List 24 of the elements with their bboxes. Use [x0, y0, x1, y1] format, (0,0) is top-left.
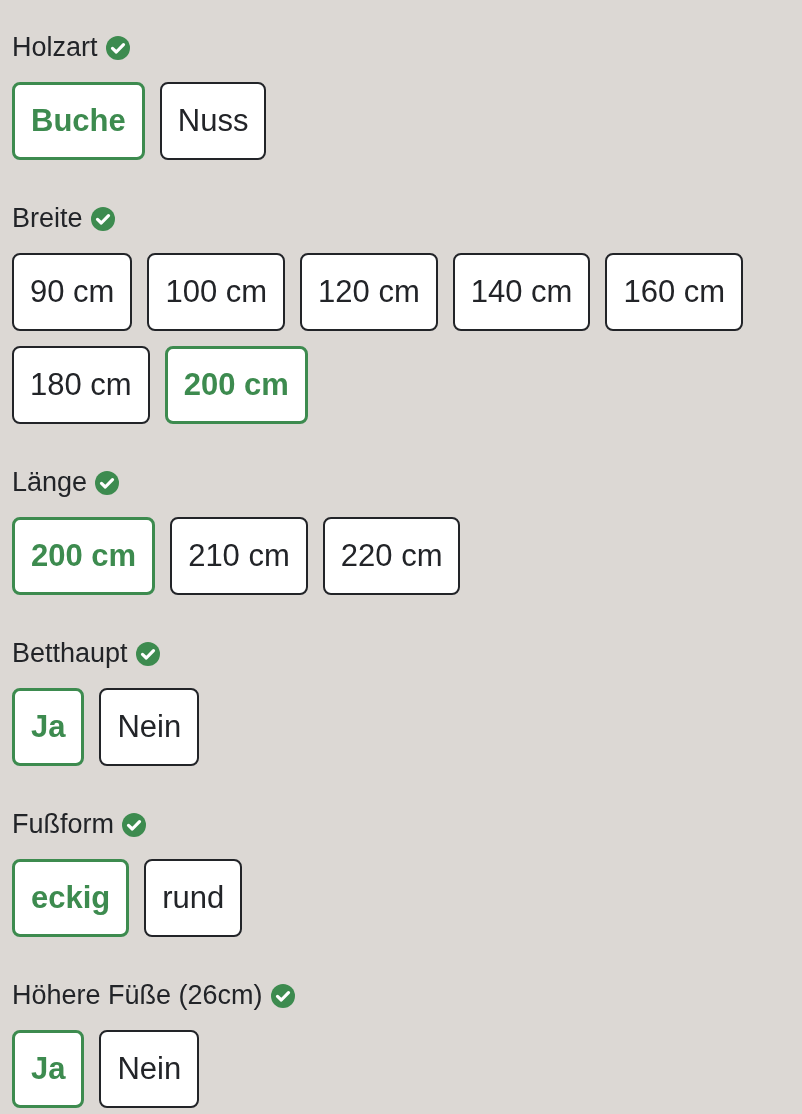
option-button[interactable]: 160 cm [605, 253, 744, 331]
option-button[interactable]: 210 cm [170, 517, 308, 595]
option-button[interactable]: 140 cm [452, 253, 591, 331]
option-button[interactable]: 120 cm [300, 253, 438, 331]
option-button[interactable]: 200 cm [164, 346, 308, 424]
option-button[interactable]: Nein [99, 688, 200, 766]
option-button[interactable]: Buche [12, 82, 145, 160]
option-group-label: Fußform [12, 808, 114, 841]
option-button[interactable]: rund [144, 859, 243, 937]
option-group-label: Betthaupt [12, 637, 128, 670]
option-button[interactable]: 220 cm [322, 517, 461, 595]
option-button[interactable]: Ja [12, 688, 85, 766]
option-group-label: Holzart [12, 31, 98, 64]
option-button[interactable]: eckig [12, 859, 130, 937]
option-group-label: Breite [12, 202, 83, 235]
option-button[interactable]: 100 cm [147, 253, 286, 331]
option-button[interactable]: 200 cm [12, 517, 156, 595]
option-button[interactable]: Ja [12, 1030, 85, 1108]
option-group-label: Länge [12, 466, 88, 499]
option-button[interactable]: Nein [99, 1030, 200, 1108]
option-group-label: Höhere Füße (26cm) [12, 979, 263, 1012]
option-button[interactable]: Nuss [159, 82, 267, 160]
option-button[interactable]: 180 cm [12, 346, 150, 424]
option-button[interactable]: 90 cm [12, 253, 133, 331]
